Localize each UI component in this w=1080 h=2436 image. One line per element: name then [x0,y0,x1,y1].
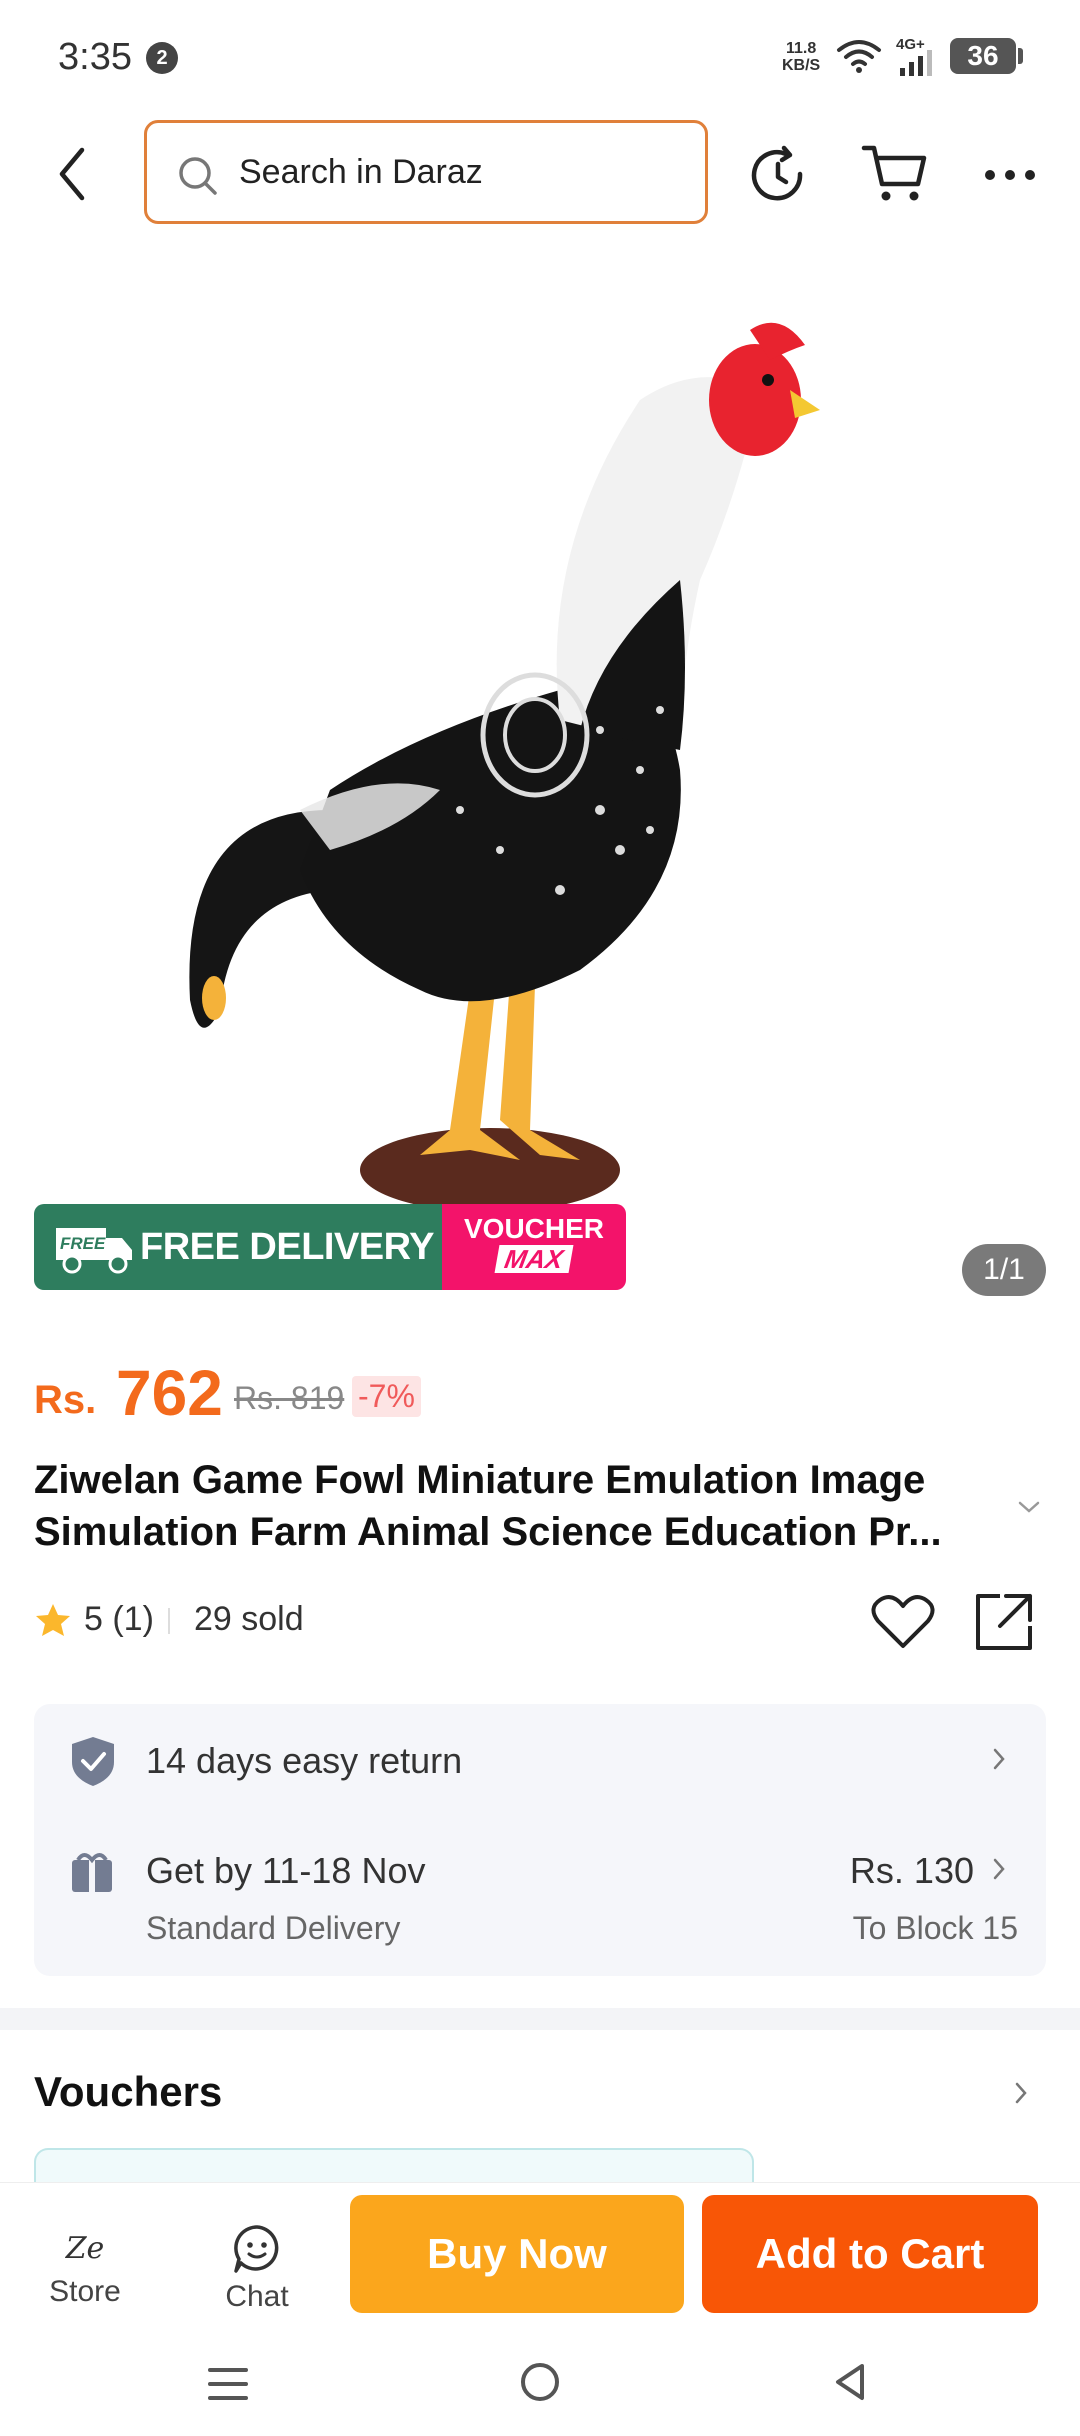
price-value: 762 [116,1357,223,1429]
wishlist-heart-icon[interactable] [870,1590,936,1654]
status-bar: 3:35 2 11.8 KB/S 4G+ 36 [0,0,1080,110]
free-delivery-voucher-badge: FREE FREE DELIVERY VOUCHER MAX [34,1204,626,1290]
home-icon[interactable] [518,2360,562,2404]
back-arrow-icon[interactable] [40,134,106,214]
signal-icon [900,50,932,76]
delivery-fee: Rs. 130 [849,1850,974,1891]
max-text: MAX [494,1244,574,1274]
voucher-text: VOUCHER [463,1213,604,1244]
section-divider [0,2008,1080,2030]
rating-row: 5 (1) 29 sold [34,1590,1044,1650]
chevron-right-icon[interactable] [988,1854,1010,1884]
chat-icon [234,2225,279,2273]
add-to-cart-button[interactable]: Add to Cart [702,2195,1038,2313]
return-policy[interactable]: 14 days easy return [146,1740,462,1782]
system-navigation-bar [0,2332,1080,2436]
discount-badge: -7% [352,1376,421,1417]
system-back-icon[interactable] [828,2360,872,2404]
notification-count-badge: 2 [146,42,178,74]
delivery-truck-icon: FREE [56,1228,132,1274]
image-page-indicator: 1/1 [962,1244,1046,1296]
status-time: 3:35 [58,36,132,78]
chevron-right-icon[interactable] [988,1744,1010,1774]
delivery-return-card: 14 days easy return Get by 11-18 Nov Sta… [34,1704,1046,1976]
free-delivery-text: FREE DELIVERY [140,1226,435,1268]
battery-icon [1018,48,1023,64]
voucher-max-badge: VOUCHER MAX [442,1204,626,1290]
free-delivery-badge: FREE FREE DELIVERY [34,1204,442,1290]
bottom-action-bar: Ze Store Chat Buy Now Add to Cart [0,2182,1080,2332]
search-input[interactable]: Search in Daraz [144,120,708,224]
network-speed: 11.8 KB/S [782,40,820,74]
store-label: Store [49,2275,121,2308]
share-icon[interactable] [972,1590,1038,1654]
vouchers-heading[interactable]: Vouchers [34,2068,222,2116]
chat-button[interactable]: Chat [212,2223,302,2323]
price-row: Rs. 762 Rs. 819 -7% [34,1350,1034,1430]
top-bar: Search in Daraz [0,110,1080,240]
network-speed-unit: KB/S [782,57,821,74]
divider [168,1608,170,1634]
wifi-icon [837,40,881,73]
store-logo: Ze [65,2231,105,2266]
chat-label: Chat [225,2280,289,2313]
free-label: FREE [60,1234,106,1253]
star-icon [36,1604,70,1636]
store-button[interactable]: Ze Store [40,2223,130,2323]
history-icon[interactable] [746,144,810,208]
rating-score[interactable]: 5 (1) [84,1600,154,1639]
cart-icon[interactable] [860,140,930,206]
network-speed-value: 11.8 [785,40,817,57]
sold-count: 29 sold [194,1600,304,1638]
original-price: Rs. 819 [234,1380,345,1416]
shield-check-icon [72,1737,114,1786]
product-title[interactable]: Ziwelan Game Fowl Miniature Emulation Im… [34,1454,1014,1558]
product-image[interactable] [0,250,1080,1300]
more-options-icon[interactable] [982,150,1038,200]
chevron-right-icon[interactable] [1010,2078,1032,2108]
buy-now-button[interactable]: Buy Now [350,2195,684,2313]
delivery-estimate[interactable]: Get by 11-18 Nov [146,1850,425,1892]
search-placeholder: Search in Daraz [239,153,483,191]
package-icon [72,1853,112,1892]
delivery-type: Standard Delivery [146,1910,401,1946]
search-icon [179,157,217,195]
delivery-location[interactable]: To Block 15 [853,1910,1018,1947]
battery-level: 36 [950,38,1016,74]
chevron-down-icon[interactable] [1014,1496,1044,1518]
recent-apps-icon[interactable] [206,2362,250,2406]
price-currency: Rs. [34,1378,97,1422]
